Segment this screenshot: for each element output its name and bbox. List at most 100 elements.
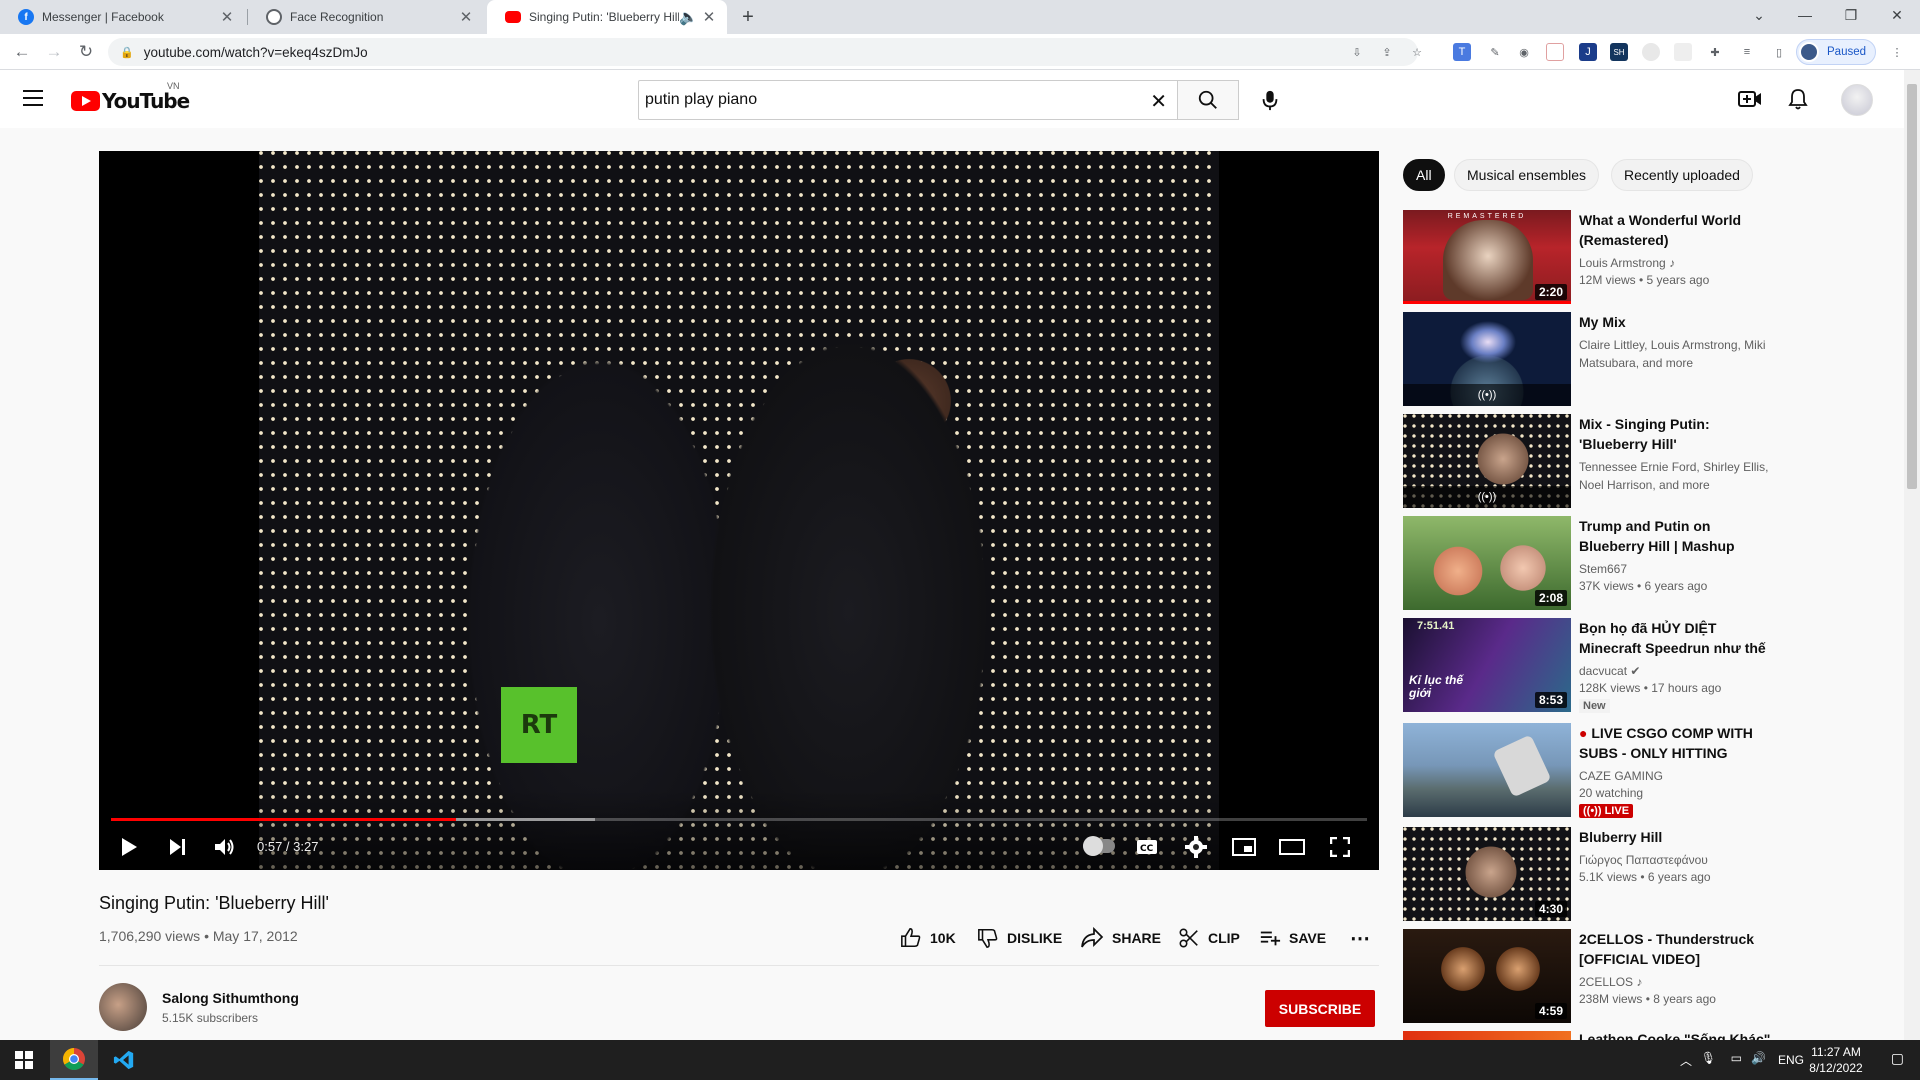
recommendation-item[interactable]: 4:59 2CELLOS - Thunderstruck [OFFICIAL V… [1403,929,1771,1023]
account-avatar[interactable] [1841,84,1873,116]
clear-search-icon[interactable]: ✕ [1150,89,1167,114]
channel-name[interactable]: Salong Sithumthong [162,990,299,1006]
back-icon[interactable]: ← [8,38,36,66]
chrome-taskbar-button[interactable] [50,1040,98,1080]
new-badge: New [1579,699,1610,713]
chip-musical-ensembles[interactable]: Musical ensembles [1454,159,1600,191]
search-button[interactable] [1177,80,1239,120]
create-video-icon[interactable] [1737,86,1763,112]
mix-thumbnail[interactable]: ((•)) [1403,414,1571,508]
reading-list-icon[interactable]: ≡ [1738,43,1756,61]
channel-name-text: 2CELLOS [1579,975,1634,989]
recommendation-item[interactable]: ● LIVE CSGO COMP WITH SUBS - ONLY HITTIN… [1403,723,1771,818]
save-button[interactable]: SAVE [1259,926,1326,950]
recommendation-item[interactable]: ((•)) Mix - Singing Putin: 'Blueberry Hi… [1403,414,1771,508]
language-indicator[interactable]: ENG [1778,1053,1804,1067]
miniplayer-button[interactable] [1230,833,1258,861]
calendar-extension-icon[interactable] [1546,43,1564,61]
restore-button[interactable]: ❐ [1828,0,1874,30]
chip-all[interactable]: All [1403,159,1445,191]
puzzle-extensions-icon[interactable]: ✚ [1706,43,1724,61]
translate-extension-icon[interactable]: T [1453,43,1471,61]
volume-button[interactable] [211,833,239,861]
side-panel-icon[interactable]: ▯ [1770,43,1788,61]
hamburger-menu-icon[interactable] [22,88,44,108]
more-menu-icon[interactable]: ⋮ [1888,43,1906,61]
subscribe-button[interactable]: SUBSCRIBE [1265,990,1375,1027]
new-tab-button[interactable]: + [733,0,763,34]
video-thumbnail[interactable] [1403,723,1571,817]
broadcast-extension-icon[interactable]: ◉ [1515,43,1533,61]
voice-search-button[interactable] [1250,80,1290,120]
forward-icon[interactable]: → [40,38,68,66]
url-text: youtube.com/watch?v=ekeq4szDmJo [143,44,368,60]
recommendation-item[interactable]: REMASTERED 2:20 What a Wonderful World (… [1403,210,1771,304]
reload-icon[interactable]: ↻ [72,38,100,66]
share-icon[interactable]: ⇪ [1378,43,1396,61]
recommendation-item[interactable]: 7:51.41 Kỉ lục thế giới 8:53 Bọn họ đã H… [1403,618,1771,713]
settings-button[interactable] [1182,833,1210,861]
page-scrollbar[interactable] [1904,70,1920,1040]
captions-button[interactable]: CC [1133,833,1161,861]
theater-mode-button[interactable] [1278,833,1306,861]
video-player[interactable]: RT 0:57 / 3:27 CC [99,151,1379,870]
sh-extension-icon[interactable]: SH [1610,43,1628,61]
extension-icon[interactable] [1674,43,1692,61]
video-thumbnail[interactable]: 4:59 [1403,929,1571,1023]
profile-paused-button[interactable]: Paused [1796,39,1876,65]
tab-youtube-video[interactable]: Singing Putin: 'Blueberry Hill' 🔈 ✕ [487,0,727,34]
bookmark-star-icon[interactable]: ☆ [1408,43,1426,61]
progress-bar[interactable] [111,818,1367,821]
network-icon[interactable]: ▭ [1731,1051,1742,1065]
speaker-icon[interactable]: 🔊 [1751,1051,1766,1065]
mix-thumbnail[interactable]: ((•)) [1403,312,1571,406]
video-thumbnail[interactable]: 4:30 [1403,827,1571,921]
video-stats: 12M views • 5 years ago [1579,273,1710,287]
notifications-bell-icon[interactable] [1785,86,1811,112]
search-input[interactable]: putin play piano ✕ [638,80,1178,120]
vscode-taskbar-button[interactable] [100,1040,148,1080]
microphone-icon[interactable]: 🎙 [1701,1051,1716,1065]
chevron-up-icon[interactable]: ︿ [1680,1052,1692,1069]
recommendation-item[interactable]: 4:30 Bluberry Hill Γιώργος Παπαστεφάνου … [1403,827,1771,921]
share-button[interactable]: SHARE [1080,926,1161,950]
chip-recently-uploaded[interactable]: Recently uploaded [1611,159,1753,191]
close-icon[interactable]: ✕ [219,8,235,26]
extension-icon[interactable] [1642,43,1660,61]
next-button[interactable] [163,833,191,861]
tab-search-icon[interactable]: ⌄ [1736,0,1782,30]
video-thumbnail[interactable]: REMASTERED 2:20 [1403,210,1571,304]
clip-button[interactable]: CLIP [1178,926,1240,950]
windows-start-button[interactable] [0,1040,48,1080]
close-icon[interactable]: ✕ [701,8,717,26]
tab-messenger[interactable]: f Messenger | Facebook ✕ [0,0,245,34]
windows-taskbar: ︿ 🎙 ▭ 🔊 ENG ▢ 11:27 AM 8/12/2022 [0,1040,1920,1080]
video-thumbnail[interactable] [1403,1031,1571,1040]
recommendation-item[interactable]: 2:08 Trump and Putin on Blueberry Hill |… [1403,516,1771,610]
address-bar[interactable]: 🔒 youtube.com/watch?v=ekeq4szDmJo [108,38,1418,66]
like-button[interactable]: 10K [900,926,956,950]
tab-face-recognition[interactable]: Face Recognition ✕ [248,0,484,34]
install-app-icon[interactable]: ⇩ [1348,43,1366,61]
more-actions-icon[interactable]: ⋯ [1350,926,1370,950]
notifications-icon[interactable]: ▢ [1891,1050,1904,1067]
autoplay-toggle[interactable] [1083,836,1115,856]
recommendation-item[interactable]: ((•)) My Mix Claire Littley, Louis Armst… [1403,312,1771,406]
channel-avatar[interactable] [99,983,147,1031]
speaker-icon[interactable]: 🔈 [679,8,698,26]
taskbar-clock[interactable]: 11:27 AM 8/12/2022 [1806,1044,1866,1076]
eyedropper-extension-icon[interactable]: ✎ [1486,43,1504,61]
dislike-button[interactable]: DISLIKE [977,926,1062,950]
video-thumbnail[interactable]: 2:08 [1403,516,1571,610]
j-extension-icon[interactable]: J [1579,43,1597,61]
scrollbar-thumb[interactable] [1907,84,1917,489]
video-frame[interactable] [259,151,1219,870]
recommendation-item[interactable]: Leathon Cooke "Sống Khác" | [1403,1031,1771,1040]
video-thumbnail[interactable]: 7:51.41 Kỉ lục thế giới 8:53 [1403,618,1571,712]
fullscreen-button[interactable] [1326,833,1354,861]
close-window-button[interactable]: ✕ [1874,0,1920,30]
play-button[interactable] [115,833,143,861]
close-icon[interactable]: ✕ [458,8,474,26]
minimize-button[interactable]: — [1782,0,1828,30]
youtube-logo[interactable]: YouTube VN [71,81,190,113]
